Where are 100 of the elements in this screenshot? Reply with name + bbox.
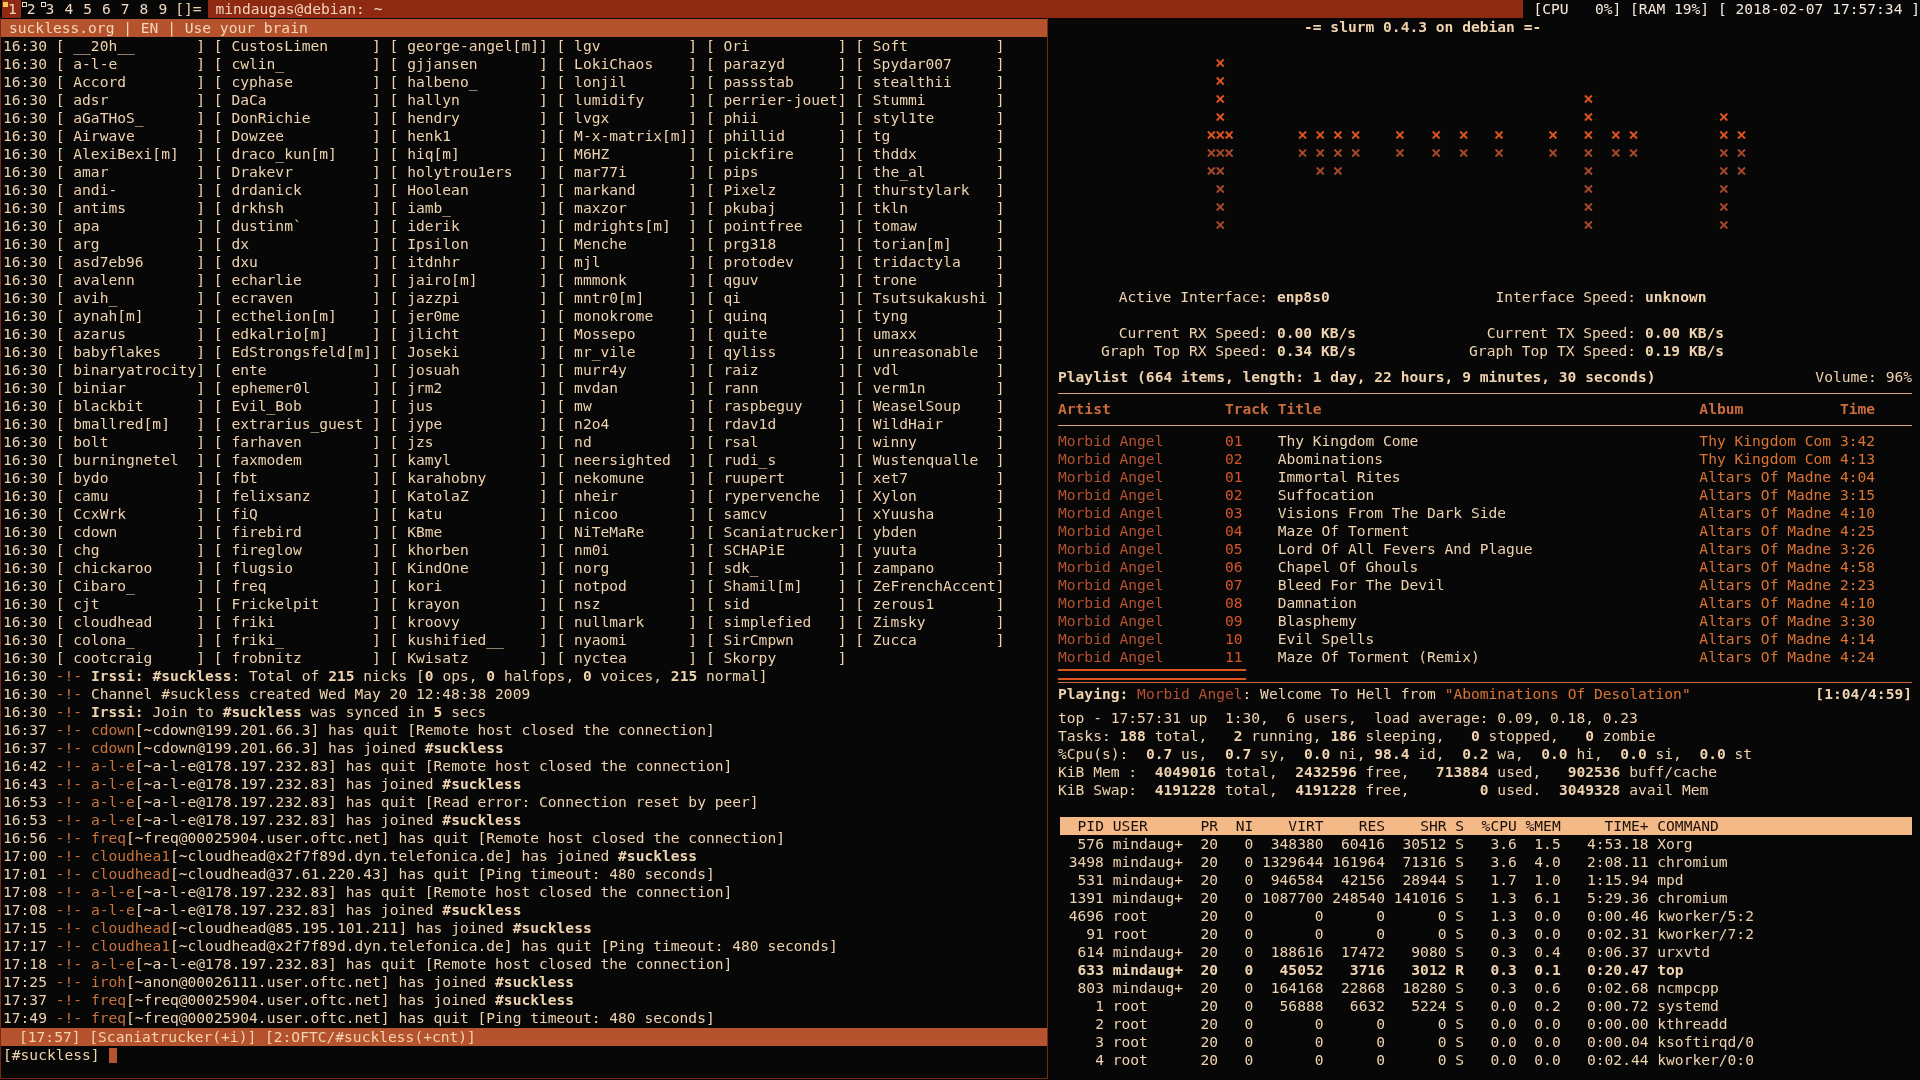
- table-cell-text: 6632: [1348, 997, 1385, 1015]
- tag-button[interactable]: 5: [77, 0, 96, 18]
- table-cell-text: 614: [1076, 943, 1104, 961]
- top-summary-line: KiB Swap: 4191228 total, 4191228 free, 0 used. 3049328 avail Mem: [1058, 781, 1710, 799]
- table-cell-text: 3.6: [1489, 853, 1517, 871]
- log-message: [~a-l-e@178.197.232.83] has quit [Read error: Connection reset by peer]: [134, 793, 759, 810]
- table-cell-text: 3: [1094, 1033, 1104, 1051]
- table-cell-text: 71316: [1401, 853, 1447, 871]
- table-cell-text: 0: [1243, 979, 1254, 997]
- table-cell-text: 1391: [1067, 889, 1104, 907]
- top-summary-line: KiB Mem : 4049016 total, 2432596 free, 713884 used, 902536 buff/cache: [1058, 763, 1718, 781]
- progress-bar[interactable]: [1058, 669, 1912, 683]
- table-cell-text: 0: [1243, 835, 1254, 853]
- table-cell-text: 0:00.04: [1586, 1033, 1649, 1051]
- table-cell: mindaug+: [1112, 853, 1183, 871]
- table-cell: mindaug+: [1112, 943, 1183, 961]
- nick-list-line: 16:30 [ asd7eb96 ] [ dxu ] [ itdnhr ] [ mjl ] [ protodev ] [ tridactyla ]: [2, 253, 1006, 271]
- tag-button[interactable]: 7: [114, 0, 134, 18]
- column-header[interactable]: COMMAND: [1657, 817, 1912, 835]
- table-cell-text: 20: [1199, 943, 1219, 961]
- tag-button[interactable]: 3: [39, 0, 59, 18]
- table-cell-text: 20: [1199, 1015, 1219, 1033]
- tag-button[interactable]: 2: [20, 0, 40, 18]
- playlist-row[interactable]: Morbid Angel 04 Maze Of Torment Altars Of Madne 4:25: [1058, 522, 1912, 540]
- column-header[interactable]: SHR: [1393, 817, 1447, 835]
- column-header[interactable]: %CPU: [1472, 817, 1517, 835]
- table-cell-text: 0: [1313, 1015, 1324, 1033]
- table-cell-text: 3.6: [1489, 835, 1517, 853]
- playlist-row[interactable]: Morbid Angel 06 Chapel Of Ghouls Altars Of Madne 4:58: [1058, 558, 1912, 576]
- playing-album: "Abominations Of Desolation": [1444, 685, 1691, 702]
- column-header[interactable]: %MEM: [1525, 817, 1561, 835]
- playlist-row[interactable]: Morbid Angel 01 Thy Kingdom Come Thy Kingdom Com 3:42: [1058, 432, 1912, 450]
- stat-value: 0.00 KB/s: [1276, 324, 1358, 342]
- table-cell-text: 0: [1243, 1033, 1254, 1051]
- playlist-row[interactable]: Morbid Angel 05 Lord Of All Fevers And Plague Altars Of Madne 3:26: [1058, 540, 1912, 558]
- log-message: [~a-l-e@178.197.232.83] has quit [Remote host closed the connection]: [134, 955, 733, 972]
- playlist-row[interactable]: Morbid Angel 03 Visions From The Dark Side Altars Of Madne 4:10: [1058, 504, 1912, 522]
- playlist-row[interactable]: Morbid Angel 02 Abominations Thy Kingdom Com 4:13: [1058, 450, 1912, 468]
- tag-button[interactable]: 8: [133, 0, 153, 18]
- table-cell-text: 0:02.68: [1586, 979, 1649, 997]
- message-input[interactable]: [#suckless]: [1, 1046, 1047, 1064]
- log-marker: -!-: [55, 919, 83, 936]
- table-cell-text: 4.0: [1533, 853, 1561, 871]
- column-header[interactable]: PID: [1060, 817, 1104, 835]
- playlist-row[interactable]: Morbid Angel 01 Immortal Rites Altars Of Madne 4:04: [1058, 468, 1912, 486]
- tag-button[interactable]: 9: [152, 0, 172, 18]
- layout-symbol[interactable]: []=: [171, 0, 208, 18]
- log-message: [~a-l-e@178.197.232.83] has quit [Remote host closed the connection]: [134, 883, 733, 900]
- column-header[interactable]: Title: [1277, 400, 1700, 418]
- table-cell-text: 0:00.00: [1586, 1015, 1649, 1033]
- column-header[interactable]: USER: [1112, 817, 1183, 835]
- playlist-row[interactable]: Morbid Angel 09 Blasphemy Altars Of Madne 3:30: [1058, 612, 1912, 630]
- table-cell: mindaug+: [1112, 961, 1183, 979]
- tag-button[interactable]: 4: [58, 0, 78, 18]
- table-cell-text: chromium: [1657, 889, 1729, 907]
- log-time: 16:30: [3, 685, 47, 702]
- table-cell-text: 0: [1436, 907, 1447, 925]
- log-nick: cdown: [90, 721, 135, 738]
- table-cell-text: 576: [1076, 835, 1104, 853]
- nick-list-line: 16:30 [ bmallred[m] ] [ extrarius_guest ] [ jype ] [ n2o4 ] [ rdav1d ] [ WildHair ]: [2, 415, 1006, 433]
- nick-list-line: 16:30 [ cloudhead ] [ friki ] [ kroovy ] [ nullmark ] [ simplefied ] [ Zimsky ]: [2, 613, 1006, 631]
- column-header[interactable]: RES: [1332, 817, 1385, 835]
- playing-title: : Welcome To Hell: [1242, 685, 1392, 702]
- table-cell-text: 0.0: [1533, 1015, 1561, 1033]
- table-cell-text: 45052: [1278, 961, 1324, 979]
- table-cell-text: 0:00.46: [1586, 907, 1649, 925]
- playlist-row[interactable]: Morbid Angel 07 Bleed For The Devil Altars Of Madne 2:23: [1058, 576, 1912, 594]
- log-message: [~freq@00025904.user.oftc.net] has quit [Remote host closed the connection]: [126, 829, 785, 846]
- playlist-row[interactable]: Morbid Angel 02 Suffocation Altars Of Madne 3:15: [1058, 486, 1912, 504]
- table-cell-text: 4: [1094, 1051, 1104, 1069]
- playlist-row[interactable]: Morbid Angel 08 Damnation Altars Of Madne 4:10: [1058, 594, 1912, 612]
- table-cell-text: 6.1: [1533, 889, 1561, 907]
- table-cell-text: 0: [1243, 961, 1254, 979]
- table-cell: mindaug+: [1112, 979, 1183, 997]
- column-header[interactable]: S: [1455, 817, 1465, 835]
- stat-label: Graph Top TX Speed:: [1468, 342, 1636, 360]
- playing-label: Playing:: [1058, 685, 1129, 702]
- table-cell-text: 1.3: [1489, 889, 1517, 907]
- nick-list-line: 16:30 [ avalenn ] [ echarlie ] [ jairo[m] ] [ mmmonk ] [ qguv ] [ trone ]: [2, 271, 1006, 289]
- playlist-row[interactable]: Morbid Angel 11 Maze Of Torment (Remix) Altars Of Madne 4:24: [1058, 648, 1912, 666]
- table-cell: S: [1455, 925, 1465, 943]
- table-cell-text: 2: [1094, 1015, 1104, 1033]
- column-header[interactable]: TIME+: [1569, 817, 1649, 835]
- column-header[interactable]: Album: [1699, 400, 1840, 418]
- tag-button[interactable]: 1: [2, 0, 21, 18]
- column-header[interactable]: VIRT: [1262, 817, 1324, 835]
- table-cell-text: ksoftirqd/0: [1657, 1033, 1755, 1051]
- column-header[interactable]: NI: [1226, 817, 1254, 835]
- table-cell-text: 188616: [1269, 943, 1324, 961]
- log-time: 17:08: [3, 883, 47, 900]
- nick-list-line: 16:30 [ a-l-e ] [ cwlin_ ] [ gjjansen ] [ LokiChaos ] [ parazyd ] [ Spydar007 ]: [2, 55, 1006, 73]
- table-cell-text: 0:20.47: [1586, 961, 1649, 979]
- nick-list-line: 16:30 [ cootcraig ] [ frobnitz ] [ Kwisatz ] [ nyctea ] [ Skorpy ]: [2, 649, 848, 667]
- tag-button[interactable]: 6: [96, 0, 115, 18]
- column-header[interactable]: Track: [1224, 400, 1278, 418]
- column-header[interactable]: Artist: [1058, 400, 1225, 418]
- column-header[interactable]: Time: [1839, 400, 1912, 418]
- nick-list-line: 16:30 [ bydo ] [ fbt ] [ karahobny ] [ nekomune ] [ ruupert ] [ xet7 ]: [2, 469, 1006, 487]
- column-header[interactable]: PR: [1191, 817, 1219, 835]
- playlist-row[interactable]: Morbid Angel 10 Evil Spells Altars Of Madne 4:14: [1058, 630, 1912, 648]
